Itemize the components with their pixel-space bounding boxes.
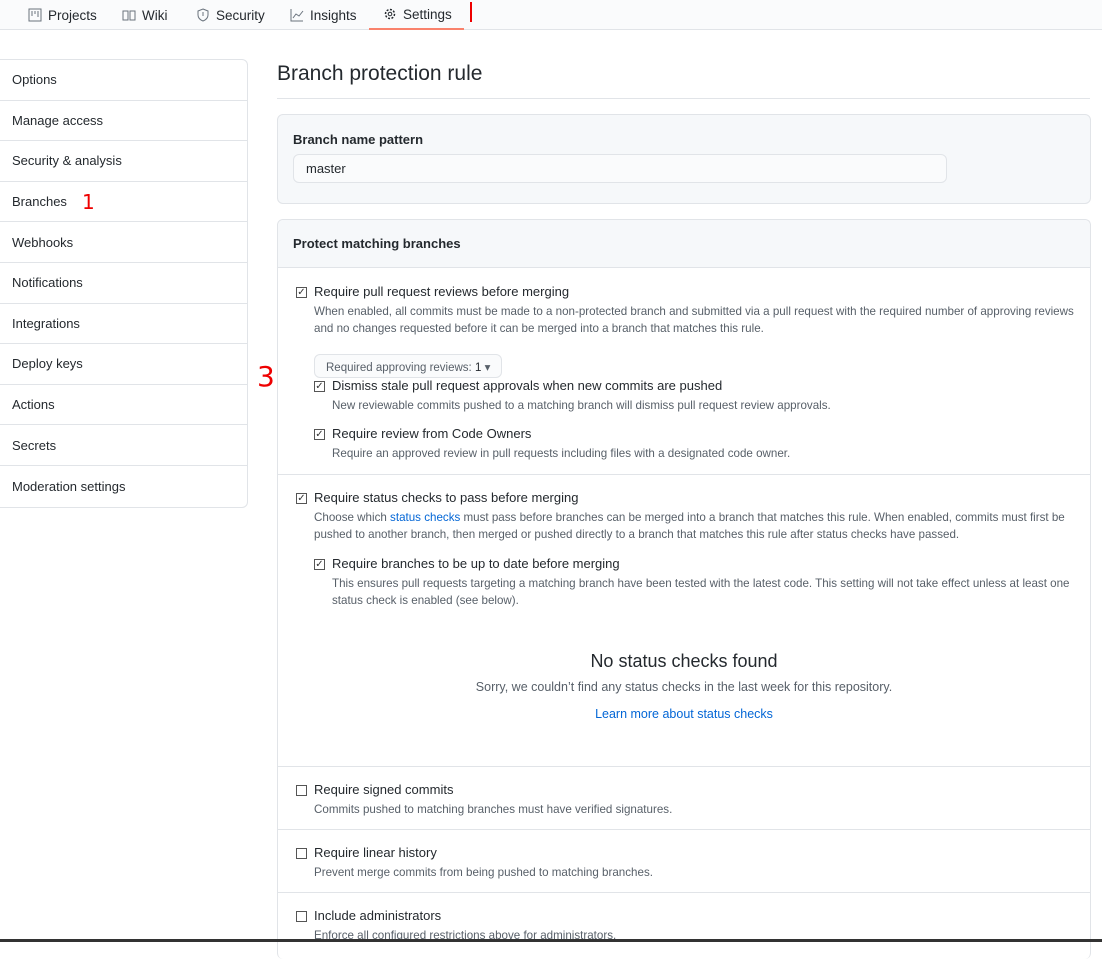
- book-icon: [122, 10, 136, 21]
- tab-label: Settings: [403, 6, 452, 22]
- protect-branches-box: Protect matching branches ✓ Require pull…: [277, 219, 1091, 959]
- option-label: Include administrators: [314, 908, 442, 923]
- option-desc: Commits pushed to matching branches must…: [314, 803, 673, 816]
- divider: [277, 98, 1090, 99]
- tab-label: Projects: [48, 7, 97, 23]
- tab-label: Insights: [310, 7, 357, 23]
- branch-pattern-box: Branch name pattern: [277, 114, 1091, 204]
- include-admins-section: Include administrators Enforce all confi…: [278, 892, 1090, 955]
- project-icon: [28, 8, 42, 22]
- sidebar-item-options[interactable]: Options: [0, 60, 247, 101]
- required-reviews-dropdown[interactable]: Required approving reviews: 1 ▾: [314, 354, 503, 378]
- no-checks-desc: Sorry, we couldn’t find any status check…: [475, 680, 893, 694]
- sidebar-item-integrations[interactable]: Integrations: [0, 304, 247, 345]
- option-desc: This ensures pull requests targeting a m…: [332, 577, 1070, 607]
- learn-more-link[interactable]: Learn more about status checks: [595, 707, 773, 721]
- option-label: Require pull request reviews before merg…: [314, 284, 570, 299]
- dropdown-value: 1: [474, 362, 482, 374]
- repo-nav: Projects Wiki Security Insights Settings: [0, 0, 1102, 30]
- code-owners-checkbox[interactable]: ✓: [314, 429, 325, 440]
- option-label: Require status checks to pass before mer…: [314, 490, 579, 505]
- option-label: Require signed commits: [314, 782, 454, 797]
- branch-pattern-input[interactable]: [293, 154, 947, 183]
- sidebar-item-actions[interactable]: Actions: [0, 385, 247, 426]
- page-title: Branch protection rule: [277, 62, 483, 85]
- tab-label: Security: [216, 7, 265, 23]
- desc-text: Choose which: [314, 511, 391, 524]
- annotation-3: 3: [257, 360, 275, 393]
- option-label: Dismiss stale pull request approvals whe…: [332, 378, 723, 393]
- status-checks-section: ✓ Require status checks to pass before m…: [278, 474, 1090, 766]
- caret-down-icon: ▾: [484, 362, 491, 374]
- tab-wiki[interactable]: Wiki: [122, 0, 168, 30]
- option-desc: Choose which status checks must pass bef…: [314, 509, 1074, 543]
- signed-commits-checkbox[interactable]: [296, 785, 307, 796]
- sidebar-item-webhooks[interactable]: Webhooks: [0, 222, 247, 263]
- tab-insights[interactable]: Insights: [290, 0, 357, 30]
- annotation-mark: [470, 2, 472, 22]
- tab-label: Wiki: [142, 7, 168, 23]
- graph-icon: [290, 9, 304, 22]
- up-to-date-checkbox[interactable]: ✓: [314, 559, 325, 570]
- settings-sidebar: Options Manage access Security & analysi…: [0, 59, 248, 508]
- sidebar-item-secrets[interactable]: Secrets: [0, 425, 247, 466]
- sidebar-item-branches[interactable]: Branches: [0, 182, 247, 223]
- tab-settings[interactable]: Settings: [369, 0, 464, 30]
- linear-history-section: Require linear history Prevent merge com…: [278, 829, 1090, 892]
- protect-header: Protect matching branches: [278, 220, 1090, 268]
- sidebar-item-manage-access[interactable]: Manage access: [0, 101, 247, 142]
- shield-icon: [197, 8, 209, 22]
- sidebar-item-deploy-keys[interactable]: Deploy keys: [0, 344, 247, 385]
- include-admins-checkbox[interactable]: [296, 911, 307, 922]
- gear-icon: [384, 8, 396, 20]
- option-desc: When enabled, all commits must be made t…: [314, 305, 1074, 335]
- annotation-1: 1: [82, 190, 95, 214]
- tab-projects[interactable]: Projects: [28, 0, 97, 30]
- option-label: Require linear history: [314, 845, 437, 860]
- dropdown-label: Required approving reviews:: [326, 362, 472, 374]
- option-label: Require branches to be up to date before…: [332, 556, 620, 571]
- option-label: Require review from Code Owners: [332, 426, 532, 441]
- signed-commits-section: Require signed commits Commits pushed to…: [278, 766, 1090, 829]
- dismiss-stale-checkbox[interactable]: ✓: [314, 381, 325, 392]
- sidebar-item-notifications[interactable]: Notifications: [0, 263, 247, 304]
- linear-history-checkbox[interactable]: [296, 848, 307, 859]
- pattern-label: Branch name pattern: [293, 132, 424, 147]
- no-checks-title: No status checks found: [590, 651, 778, 671]
- option-desc: Require an approved review in pull reque…: [332, 447, 791, 460]
- sidebar-item-security-analysis[interactable]: Security & analysis: [0, 141, 247, 182]
- sidebar-item-moderation[interactable]: Moderation settings: [0, 466, 247, 507]
- tab-security[interactable]: Security: [196, 0, 265, 30]
- status-checks-link[interactable]: status checks: [390, 511, 460, 524]
- require-reviews-checkbox[interactable]: ✓: [296, 287, 307, 298]
- option-desc: Prevent merge commits from being pushed …: [314, 866, 653, 879]
- status-checks-checkbox[interactable]: ✓: [296, 493, 307, 504]
- option-desc: New reviewable commits pushed to a match…: [332, 399, 831, 412]
